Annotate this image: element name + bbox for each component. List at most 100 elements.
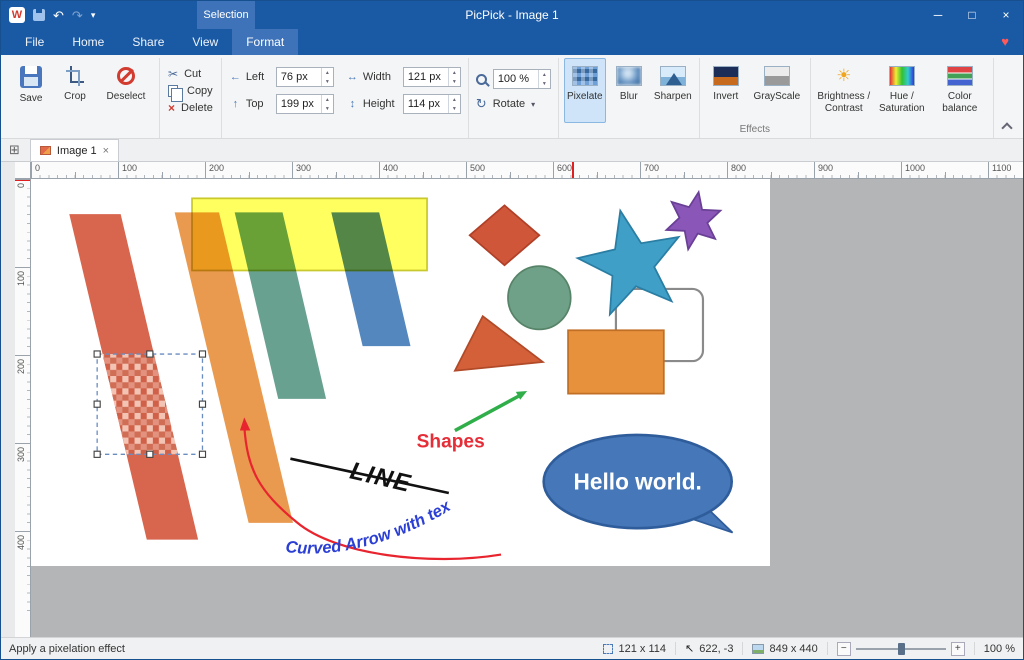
sharpen-thumbnail-icon [660,66,686,86]
left-spinner-arrows[interactable]: ▲▼ [321,68,333,86]
redo-icon[interactable]: ↷ [72,9,83,22]
orange-rectangle-shape[interactable] [568,330,664,393]
contextual-tab-selection: Selection [197,1,255,29]
zoom-value: 100 % [494,70,538,88]
grayscale-thumbnail-icon [764,66,790,86]
speech-bubble-text[interactable]: Hello world. [574,468,702,494]
image-canvas[interactable]: Shapes LINE Curved Arrow with text Hello… [31,179,770,566]
h-ruler-cell: 500 [466,162,553,179]
ruler-corner [15,162,31,179]
h-ruler-cell: 900 [814,162,901,179]
color-balance-button[interactable]: Color balance [932,58,988,123]
save-label: Save [20,93,43,105]
crop-button[interactable]: Crop [54,58,96,123]
tab-file[interactable]: File [11,29,58,55]
h-ruler-cell: 1000 [901,162,988,179]
invert-thumbnail-icon [713,66,739,86]
blur-button[interactable]: Blur [608,58,650,123]
ribbon-tab-row: File Home Share View Format ♥ [1,29,1023,55]
delete-button[interactable]: × Delete [168,101,213,115]
h-ruler-cell: 200 [205,162,292,179]
ribbon-group-adjust: ☀ Brightness / Contrast Hue / Saturation… [811,58,994,138]
width-spinner-arrows[interactable]: ▲▼ [448,68,460,86]
brightness-sun-icon: ☀ [831,66,857,86]
hue-saturation-button[interactable]: Hue / Saturation [874,58,930,123]
scissors-icon: ✂ [168,67,178,81]
spin-up-icon[interactable]: ▲ [449,68,460,77]
tab-share[interactable]: Share [118,29,178,55]
h-ruler-cell: 1100 [988,162,1023,179]
spin-up-icon[interactable]: ▲ [449,95,460,104]
v-ruler-cell: 200 [15,355,31,443]
spin-down-icon[interactable]: ▼ [322,77,333,86]
diamond-shape[interactable] [470,205,540,265]
line-label[interactable]: LINE [347,457,414,498]
heart-icon[interactable]: ♥ [1001,34,1009,49]
spin-down-icon[interactable]: ▼ [449,77,460,86]
save-icon[interactable] [33,9,45,21]
spin-up-icon[interactable]: ▲ [539,70,550,79]
h-ruler-cell: 0 [31,162,118,179]
rotate-button[interactable]: ↻ Rotate ▾ [476,96,551,112]
zoom-level-value: 100 % [984,643,1015,655]
document-tab-image1[interactable]: Image 1 × [30,139,119,161]
green-arrow-line[interactable] [455,396,519,430]
deselect-button[interactable]: Deselect [98,58,154,123]
status-hint: Apply a pixelation effect [9,643,125,655]
workspace-grid-icon[interactable]: ⊞ [9,142,20,158]
spin-down-icon[interactable]: ▼ [449,104,460,113]
customize-toolbar-icon[interactable]: ▾ [91,11,96,20]
color-balance-label: Color balance [933,91,987,114]
delete-icon: × [168,101,175,115]
left-spinner[interactable]: 76 px ▲▼ [276,67,334,87]
canvas-viewport[interactable]: Shapes LINE Curved Arrow with text Hello… [31,179,1023,637]
grayscale-button[interactable]: GrayScale [749,58,805,123]
spin-up-icon[interactable]: ▲ [322,95,333,104]
close-tab-icon[interactable]: × [103,145,109,157]
sharpen-button[interactable]: Sharpen [652,58,694,123]
zoom-in-button[interactable]: + [951,642,965,656]
cut-button[interactable]: ✂ Cut [168,67,213,81]
copy-button[interactable]: Copy [168,85,213,97]
top-spinner[interactable]: 199 px ▲▼ [276,94,334,114]
width-spinner[interactable]: 121 px ▲▼ [403,67,461,87]
circle-shape[interactable] [508,266,571,329]
shapes-label[interactable]: Shapes [417,431,485,452]
close-button[interactable]: × [989,1,1023,29]
maximize-button[interactable]: □ [955,1,989,29]
pixelate-button[interactable]: Pixelate [564,58,606,123]
app-window: W ↶ ↷ ▾ Selection PicPick - Image 1 ─ □ … [0,0,1024,660]
picpick-logo-icon: W [9,7,25,23]
top-spinner-arrows[interactable]: ▲▼ [321,95,333,113]
width-label: Width [363,71,399,83]
yellow-rectangle[interactable] [192,198,427,270]
height-spinner[interactable]: 114 px ▲▼ [403,94,461,114]
save-file-icon [20,66,42,88]
tab-view[interactable]: View [178,29,232,55]
tab-home[interactable]: Home [58,29,118,55]
spin-up-icon[interactable]: ▲ [322,68,333,77]
height-spinner-arrows[interactable]: ▲▼ [448,95,460,113]
minimize-button[interactable]: ─ [921,1,955,29]
collapse-ribbon-icon[interactable] [1002,121,1011,130]
vertical-ruler: 0100200300400 [15,179,31,637]
zoom-spinner-arrows[interactable]: ▲▼ [538,70,550,88]
h-ruler-cell: 400 [379,162,466,179]
crop-icon [65,66,85,86]
undo-icon[interactable]: ↶ [53,9,64,22]
zoom-slider-thumb[interactable] [898,643,905,655]
quick-access-toolbar: W ↶ ↷ ▾ [1,7,95,23]
brightness-contrast-button[interactable]: ☀ Brightness / Contrast [816,58,872,123]
zoom-out-button[interactable]: − [837,642,851,656]
copy-label: Copy [187,85,213,97]
spin-down-icon[interactable]: ▼ [322,104,333,113]
save-button[interactable]: Save [10,58,52,123]
v-ruler-cell: 400 [15,531,31,619]
pixelated-region[interactable] [102,354,178,454]
invert-button[interactable]: Invert [705,58,747,123]
zoom-slider[interactable] [856,642,946,656]
spin-down-icon[interactable]: ▼ [539,79,550,88]
ribbon-group-filters: Pixelate Blur Sharpen [559,58,700,138]
tab-format[interactable]: Format [232,29,298,55]
zoom-spinner[interactable]: 100 % ▲▼ [493,69,551,89]
